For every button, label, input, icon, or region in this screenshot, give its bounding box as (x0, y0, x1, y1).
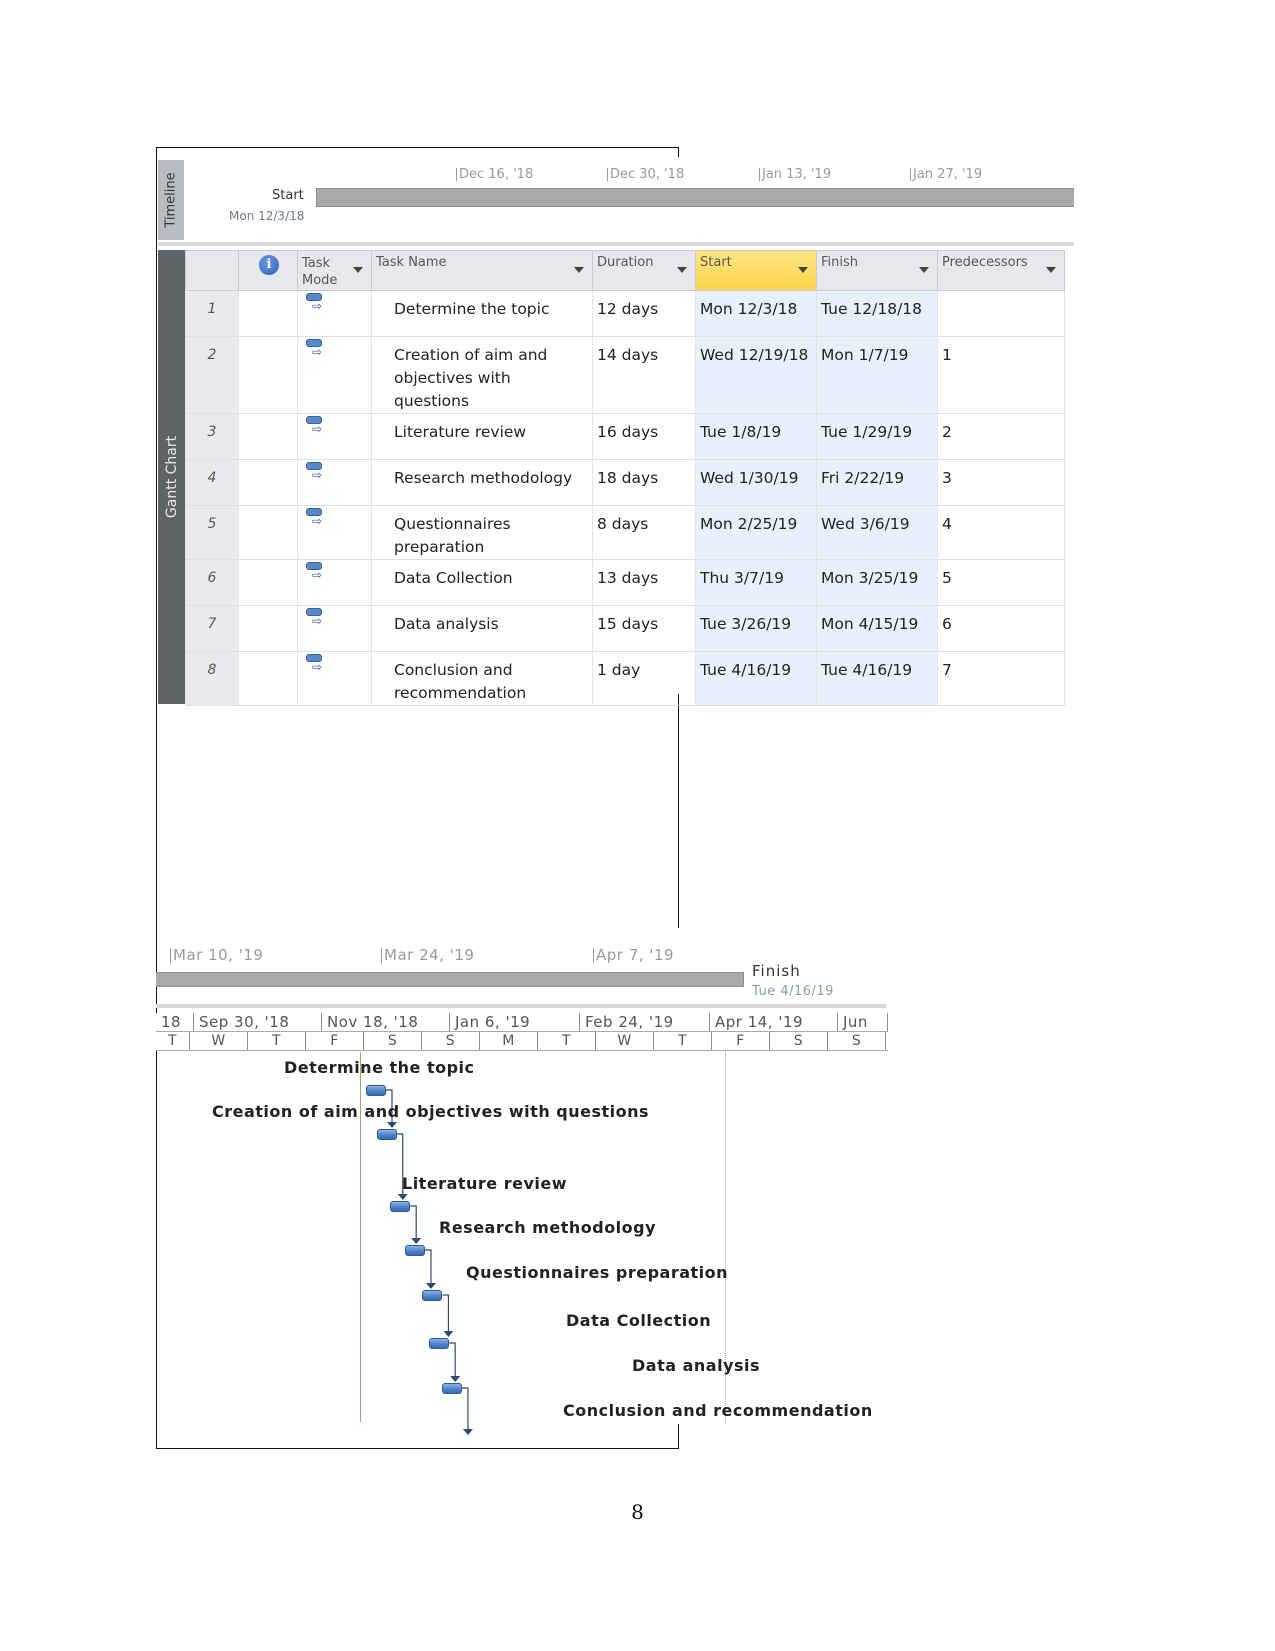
task-bar-label: Determine the topic (284, 1058, 475, 1077)
task-bar[interactable] (441, 1383, 462, 1394)
task-bar-label: Conclusion and recommendation (563, 1401, 873, 1420)
dependency-arrowhead (450, 1376, 461, 1382)
task-bar[interactable] (404, 1245, 425, 1256)
dependency-arrowhead (462, 1429, 473, 1435)
page-number: 8 (631, 1500, 644, 1524)
task-bar[interactable] (422, 1290, 443, 1301)
task-bar[interactable] (429, 1338, 450, 1349)
dependency-link (461, 1387, 469, 1434)
dependency-link (410, 1205, 417, 1243)
task-bar-label: Research methodology (439, 1218, 657, 1237)
dependency-arrowhead (443, 1331, 454, 1337)
task-bar-label: Data Collection (566, 1311, 712, 1330)
dependency-link (442, 1294, 450, 1336)
task-bar-label: Questionnaires preparation (466, 1263, 729, 1282)
dependency-arrowhead (425, 1283, 436, 1289)
task-bar-label: Creation of aim and objectives with ques… (212, 1102, 650, 1121)
dependency-link (424, 1249, 432, 1288)
task-bar[interactable] (376, 1129, 397, 1140)
task-bar-label: Literature review (402, 1174, 568, 1193)
task-bar[interactable] (390, 1201, 411, 1212)
dependency-arrowhead (387, 1122, 397, 1128)
dependency-arrowhead (411, 1238, 422, 1244)
task-bar-label: Data analysis (632, 1356, 761, 1375)
task-bar[interactable] (366, 1085, 386, 1096)
dependency-link (449, 1342, 456, 1381)
dependency-arrowhead (397, 1194, 408, 1200)
